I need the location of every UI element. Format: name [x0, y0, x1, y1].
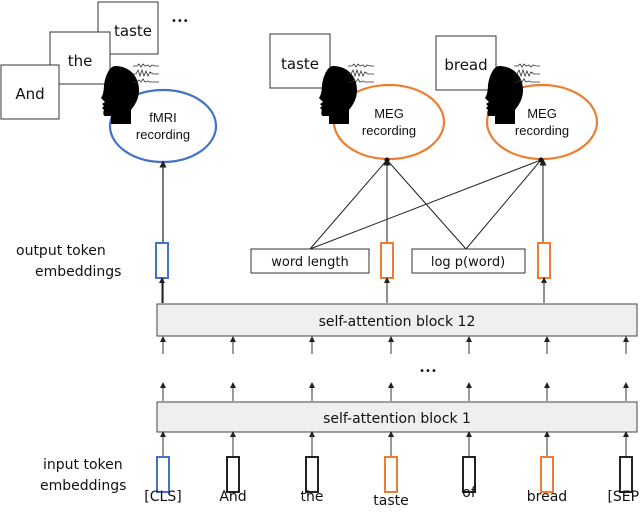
recording-label-line1: fMRI: [149, 110, 176, 125]
recording-label-line1: MEG: [527, 106, 557, 121]
block-label: self-attention block 12: [319, 314, 476, 330]
stimulus-word: bread: [444, 56, 487, 74]
layers-ellipsis: •••: [419, 366, 437, 377]
input-embedding: [384, 456, 398, 493]
token-label: bread: [527, 489, 567, 505]
feature-label: word length: [271, 255, 349, 270]
block-label: self-attention block 1: [323, 411, 471, 427]
output-embedding-bread: [537, 242, 551, 279]
recording-label-line1: MEG: [374, 106, 404, 121]
junction-dot: [384, 157, 390, 163]
recording-label-line2: recording: [136, 127, 190, 142]
junction-dot: [538, 157, 544, 163]
token-label: the: [301, 489, 324, 505]
link-logp-meg1: [386, 159, 467, 250]
output-embedding-taste: [380, 242, 394, 279]
link-logp-meg2: [465, 159, 542, 250]
stimulus-word: the: [68, 52, 93, 70]
diagram-canvas: taste ••• the And taste bread fMRI recor…: [0, 1, 640, 509]
link-wordlength-meg1: [309, 159, 388, 250]
token-label: [SEP]: [607, 489, 640, 505]
brain-signal-waves-icon: [132, 63, 160, 83]
output-embeddings-label-line2: embeddings: [35, 264, 121, 280]
stimulus-word: taste: [114, 22, 152, 40]
input-embeddings-label-line1: input token: [43, 457, 123, 473]
stimulus-word: And: [15, 85, 44, 103]
input-tokens: [CLS] And the taste of bread [SEP]: [144, 431, 640, 509]
token-label: And: [219, 489, 246, 505]
input-embedding: [619, 456, 633, 493]
recording-label-line2: recording: [515, 123, 569, 138]
output-embeddings-label-line1: output token: [16, 243, 106, 259]
recording-label-line2: recording: [362, 123, 416, 138]
token-label: of: [462, 485, 477, 501]
output-embedding-cls: [155, 242, 169, 279]
input-embedding: [305, 456, 319, 493]
token-label: [CLS]: [144, 489, 181, 505]
input-embedding: [540, 456, 554, 493]
input-embeddings-label-line2: embeddings: [40, 478, 126, 494]
stimulus-word: taste: [281, 55, 319, 73]
link-wordlength-meg2: [309, 159, 542, 250]
inter-block-arrows: [160, 336, 629, 401]
token-label: taste: [373, 493, 408, 509]
feature-label: log p(word): [431, 255, 505, 270]
input-embedding: [156, 456, 170, 493]
input-embedding: [226, 456, 240, 493]
stimulus-ellipsis: •••: [171, 16, 189, 27]
